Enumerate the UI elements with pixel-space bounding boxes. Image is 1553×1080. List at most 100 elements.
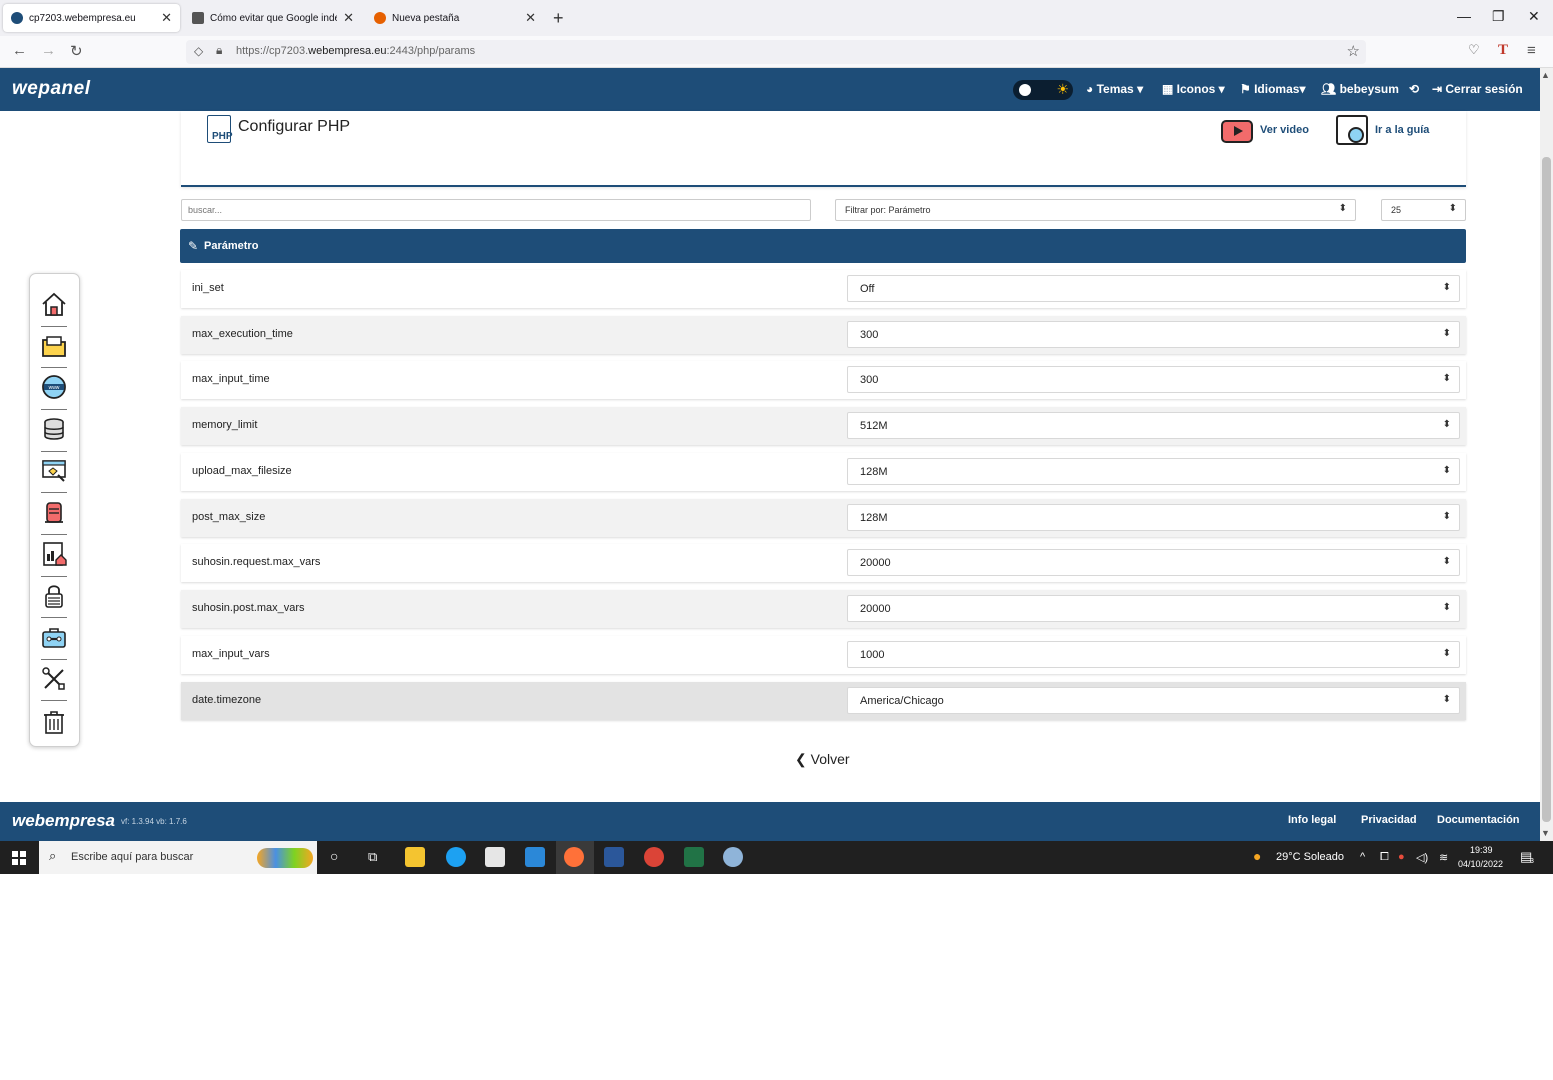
param-value-select[interactable]: Off ⬍ bbox=[847, 275, 1460, 302]
ver-video-link[interactable]: Ver video bbox=[1260, 124, 1309, 136]
documentacion-link[interactable]: Documentación bbox=[1437, 814, 1520, 826]
temas-menu[interactable]: ◕ Temas ▾ bbox=[1086, 82, 1143, 96]
vertical-scrollbar[interactable]: ▲ ▼ bbox=[1540, 68, 1553, 841]
reload-icon[interactable]: ↻ bbox=[70, 42, 83, 60]
minimize-icon[interactable]: — bbox=[1457, 8, 1471, 24]
firefox-favicon-icon bbox=[374, 12, 386, 24]
address-bar[interactable]: ◇ 🔒︎ https://cp7203.webempresa.eu:2443/p… bbox=[186, 40, 1366, 64]
param-value: 20000 bbox=[860, 603, 891, 615]
scroll-down-icon[interactable]: ▼ bbox=[1541, 828, 1550, 838]
back-arrow-icon[interactable]: ← bbox=[12, 42, 27, 59]
sidebar-divider bbox=[41, 700, 67, 701]
antivirus-icon[interactable]: ● bbox=[1398, 851, 1405, 863]
close-tab-icon[interactable]: ✕ bbox=[161, 10, 172, 26]
taskbar-search-box[interactable]: ⌕ Escribe aquí para buscar bbox=[39, 841, 317, 874]
extension-icon[interactable]: T bbox=[1498, 42, 1508, 59]
forward-arrow-icon[interactable]: → bbox=[41, 42, 56, 59]
ir-a-la-guia-link[interactable]: Ir a la guía bbox=[1375, 124, 1429, 136]
close-tab-icon[interactable]: ✕ bbox=[525, 10, 536, 26]
back-button[interactable]: ❮ Volver bbox=[795, 751, 850, 768]
iconos-menu[interactable]: ▦ Iconos ▾ bbox=[1162, 82, 1225, 96]
weather-text[interactable]: 29°C Soleado bbox=[1276, 851, 1344, 863]
clock-time[interactable]: 19:39 bbox=[1470, 845, 1493, 855]
volume-icon[interactable]: ◁) bbox=[1416, 851, 1428, 864]
select-arrows-icon: ⬍ bbox=[1442, 648, 1451, 659]
word-icon[interactable] bbox=[604, 847, 624, 867]
menu-icon[interactable]: ≡ bbox=[1527, 42, 1536, 59]
wepanel-logo[interactable]: wepanel bbox=[12, 78, 90, 100]
database-icon[interactable] bbox=[40, 415, 68, 443]
browser-tab-bar: cp7203.webempresa.eu ✕ Cómo evitar que G… bbox=[0, 0, 1553, 36]
app-icon[interactable] bbox=[723, 847, 743, 867]
excel-icon[interactable] bbox=[684, 847, 704, 867]
store-icon[interactable] bbox=[485, 847, 505, 867]
analytics-icon[interactable] bbox=[40, 540, 68, 568]
privacidad-link[interactable]: Privacidad bbox=[1361, 814, 1417, 826]
logout-link[interactable]: ⇥ Cerrar sesión bbox=[1432, 82, 1523, 96]
close-tab-icon[interactable]: ✕ bbox=[343, 10, 354, 26]
param-value-select[interactable]: 128M ⬍ bbox=[847, 458, 1460, 485]
select-arrows-icon: ⬍ bbox=[1442, 282, 1451, 293]
firefox-icon[interactable] bbox=[564, 847, 584, 867]
sidebar-divider bbox=[41, 659, 67, 660]
file-explorer-icon[interactable] bbox=[405, 847, 425, 867]
chrome-icon[interactable] bbox=[644, 847, 664, 867]
video-play-icon[interactable] bbox=[1221, 120, 1253, 143]
select-arrows-icon: ⬍ bbox=[1442, 511, 1451, 522]
site-stats-icon[interactable] bbox=[40, 457, 68, 485]
param-value-select[interactable]: America/Chicago ⬍ bbox=[847, 687, 1460, 714]
refresh-icon[interactable]: ⟲ bbox=[1409, 82, 1419, 96]
new-tab-button[interactable]: + bbox=[553, 8, 564, 29]
windows-start-icon[interactable] bbox=[12, 851, 26, 865]
param-value-select[interactable]: 20000 ⬍ bbox=[847, 549, 1460, 576]
onedrive-icon[interactable]: ⧠ bbox=[1380, 851, 1389, 864]
table-row: max_input_time 300 ⬍ bbox=[181, 361, 1466, 399]
mailbox-icon[interactable] bbox=[40, 498, 68, 526]
task-view-icon[interactable]: ⧉ bbox=[368, 849, 377, 865]
filter-by-value: Filtrar por: Parámetro bbox=[845, 205, 931, 215]
clock-date[interactable]: 04/10/2022 bbox=[1458, 859, 1503, 869]
cortana-icon[interactable]: ○ bbox=[330, 848, 338, 864]
restore-icon[interactable]: ❐ bbox=[1492, 8, 1505, 25]
scrollbar-thumb[interactable] bbox=[1542, 157, 1551, 822]
param-value-select[interactable]: 300 ⬍ bbox=[847, 321, 1460, 348]
toolbox-icon[interactable] bbox=[40, 623, 68, 651]
folder-icon[interactable] bbox=[40, 332, 68, 360]
select-arrows-icon: ⬍ bbox=[1442, 328, 1451, 339]
info-legal-link[interactable]: Info legal bbox=[1288, 814, 1336, 826]
filter-by-select[interactable]: Filtrar por: Parámetro ⬍ bbox=[835, 199, 1356, 221]
theme-toggle[interactable]: ☀ bbox=[1013, 80, 1073, 100]
browser-tab[interactable]: cp7203.webempresa.eu ✕ bbox=[3, 4, 180, 32]
www-globe-icon[interactable]: www bbox=[40, 373, 68, 401]
param-value-select[interactable]: 20000 ⬍ bbox=[847, 595, 1460, 622]
param-value-select[interactable]: 128M ⬍ bbox=[847, 504, 1460, 531]
mail-icon[interactable] bbox=[525, 847, 545, 867]
app-header: wepanel ☀ ◕ Temas ▾ ▦ Iconos ▾ ⚑ Idiomas… bbox=[0, 68, 1540, 111]
tray-chevron-icon[interactable]: ^ bbox=[1360, 851, 1365, 863]
php-file-icon: PHP bbox=[207, 115, 233, 143]
home-icon[interactable] bbox=[40, 290, 68, 318]
per-page-select[interactable]: 25 ⬍ bbox=[1381, 199, 1466, 221]
security-lock-icon[interactable] bbox=[40, 582, 68, 610]
param-value-select[interactable]: 1000 ⬍ bbox=[847, 641, 1460, 668]
param-value-select[interactable]: 512M ⬍ bbox=[847, 412, 1460, 439]
guide-book-icon[interactable] bbox=[1336, 115, 1368, 145]
table-row: suhosin.request.max_vars 20000 ⬍ bbox=[181, 544, 1466, 582]
browser-tab[interactable]: Cómo evitar que Google indexe ✕ bbox=[184, 4, 362, 32]
user-menu[interactable]: 👥︎ bebeysum bbox=[1321, 82, 1399, 96]
trash-icon[interactable] bbox=[40, 708, 68, 736]
bookmark-star-icon[interactable]: ☆ bbox=[1347, 42, 1360, 60]
search-input[interactable] bbox=[181, 199, 811, 221]
close-window-icon[interactable]: ✕ bbox=[1528, 8, 1540, 25]
browser-tab[interactable]: Nueva pestaña ✕ bbox=[366, 4, 544, 32]
scroll-up-icon[interactable]: ▲ bbox=[1541, 70, 1550, 80]
edge-icon[interactable] bbox=[446, 847, 466, 867]
idiomas-menu[interactable]: ⚑ Idiomas▾ bbox=[1240, 82, 1305, 96]
network-icon[interactable]: ≋ bbox=[1439, 851, 1448, 864]
pocket-icon[interactable]: ♡ bbox=[1468, 42, 1480, 58]
weather-sun-icon: ● bbox=[1253, 848, 1262, 864]
param-value-select[interactable]: 300 ⬍ bbox=[847, 366, 1460, 393]
webempresa-logo[interactable]: webempresa bbox=[12, 811, 115, 831]
param-value: 300 bbox=[860, 374, 879, 386]
tools-icon[interactable] bbox=[40, 665, 68, 693]
